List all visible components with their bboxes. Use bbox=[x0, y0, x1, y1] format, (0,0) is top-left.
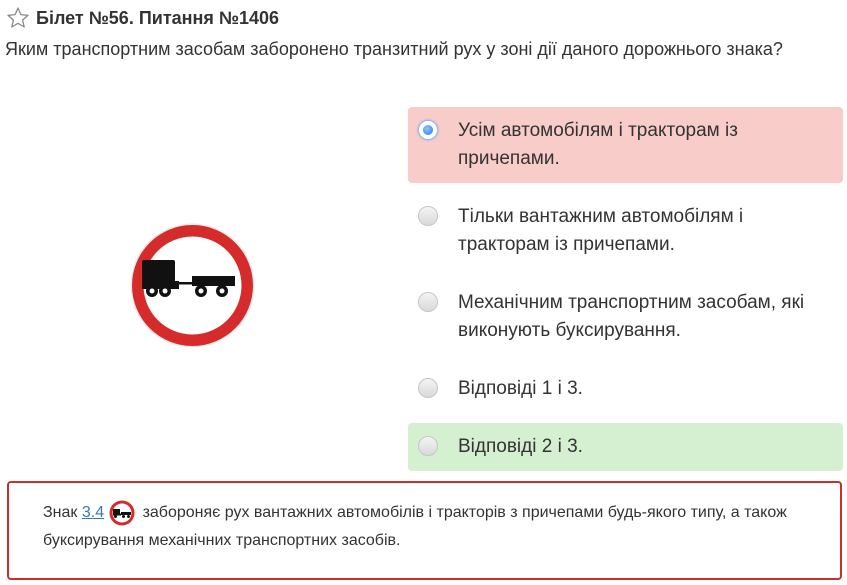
explanation-text: забороняє рух вантажних автомобілів і тр… bbox=[43, 504, 787, 549]
no-trucks-sign-icon bbox=[109, 500, 135, 526]
sign-reference-link[interactable]: 3.4 bbox=[82, 504, 104, 521]
question-text: Яким транспортним засобам заборонено тра… bbox=[5, 39, 783, 59]
radio-button[interactable] bbox=[418, 120, 438, 140]
answer-label: Тільки вантажним автомобілям і тракторам… bbox=[458, 206, 744, 255]
answer-label: Усім автомобілям і тракторам із причепам… bbox=[458, 120, 738, 169]
radio-button[interactable] bbox=[418, 206, 438, 226]
radio-button[interactable] bbox=[418, 292, 438, 312]
radio-button[interactable] bbox=[418, 378, 438, 398]
answer-label: Механічним транспортним засобам, які вик… bbox=[458, 292, 805, 341]
question-header: Білет №56. Питання №1406 bbox=[6, 6, 279, 30]
road-sign-image bbox=[130, 223, 255, 348]
explanation-box: Знак 3.4 забороняє рух вантажних автомоб… bbox=[7, 481, 842, 580]
answer-label: Відповіді 1 і 3. bbox=[458, 378, 583, 399]
answer-option-4[interactable]: Відповіді 1 і 3. bbox=[408, 365, 843, 413]
answers-list: Усім автомобілям і тракторам із причепам… bbox=[408, 107, 843, 481]
star-icon[interactable] bbox=[6, 6, 30, 30]
answer-label: Відповіді 2 і 3. bbox=[458, 436, 583, 457]
radio-button[interactable] bbox=[418, 436, 438, 456]
answer-option-1[interactable]: Усім автомобілям і тракторам із причепам… bbox=[408, 107, 843, 183]
explanation-prefix: Знак bbox=[43, 504, 78, 521]
answer-option-2[interactable]: Тільки вантажним автомобілям і тракторам… bbox=[408, 193, 843, 269]
answer-option-3[interactable]: Механічним транспортним засобам, які вик… bbox=[408, 279, 843, 355]
ticket-title: Білет №56. Питання №1406 bbox=[36, 7, 279, 28]
answer-option-5[interactable]: Відповіді 2 і 3. bbox=[408, 423, 843, 471]
